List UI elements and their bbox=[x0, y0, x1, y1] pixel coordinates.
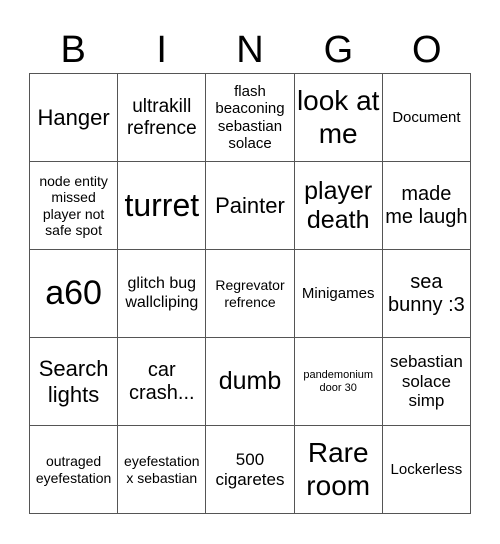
bingo-cell[interactable]: Rare room bbox=[294, 426, 383, 514]
header-letter-o: O bbox=[412, 29, 442, 71]
bingo-cell[interactable]: flash beaconing sebastian solace bbox=[206, 74, 295, 162]
bingo-cell[interactable]: turret bbox=[118, 162, 207, 250]
bingo-cell[interactable]: player death bbox=[294, 162, 383, 250]
bingo-cell[interactable]: glitch bug wallcliping bbox=[118, 250, 207, 338]
bingo-cell[interactable]: car crash... bbox=[118, 338, 207, 426]
header-letter-i: I bbox=[156, 29, 167, 71]
bingo-cell[interactable]: Lockerless bbox=[382, 426, 471, 514]
bingo-cell[interactable]: outraged eyefestation bbox=[30, 426, 119, 514]
bingo-cell[interactable]: look at me bbox=[294, 74, 383, 162]
bingo-cell[interactable]: sebastian solace simp bbox=[382, 338, 471, 426]
bingo-cell[interactable]: a60 bbox=[30, 250, 119, 338]
bingo-cell[interactable]: made me laugh bbox=[382, 162, 471, 250]
bingo-cell[interactable]: Regrevator refrence bbox=[206, 250, 295, 338]
bingo-cell[interactable]: Search lights bbox=[30, 338, 119, 426]
bingo-cell[interactable]: node entity missed player not safe spot bbox=[30, 162, 119, 250]
bingo-cell[interactable]: pandemonium door 30 bbox=[294, 338, 383, 426]
bingo-cell[interactable]: Hanger bbox=[30, 74, 119, 162]
header-letter-b: B bbox=[60, 29, 86, 71]
bingo-cell[interactable]: 500 cigaretes bbox=[206, 426, 295, 514]
header-letter-n: N bbox=[236, 29, 264, 71]
bingo-header: B I N G O bbox=[29, 27, 471, 73]
header-letter-g: G bbox=[323, 29, 354, 71]
bingo-cell[interactable]: sea bunny :3 bbox=[382, 250, 471, 338]
bingo-cell[interactable]: dumb bbox=[206, 338, 295, 426]
bingo-cell[interactable]: eyefestation x sebastian bbox=[118, 426, 207, 514]
bingo-cell[interactable]: Minigames bbox=[294, 250, 383, 338]
bingo-grid: Hanger ultrakill refrence flash beaconin… bbox=[29, 73, 471, 514]
bingo-cell[interactable]: Painter bbox=[206, 162, 295, 250]
bingo-cell[interactable]: Document bbox=[382, 74, 471, 162]
bingo-cell[interactable]: ultrakill refrence bbox=[118, 74, 207, 162]
